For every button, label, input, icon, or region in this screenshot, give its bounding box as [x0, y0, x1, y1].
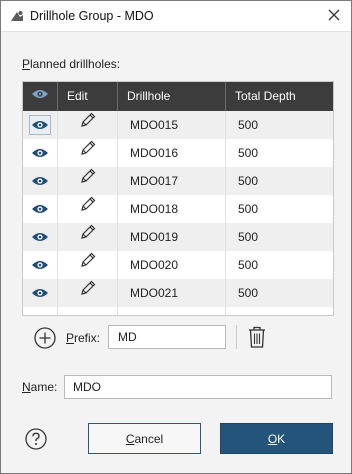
table-row[interactable]: MDO021 500 [23, 279, 333, 307]
total-depth-cell[interactable]: 500 [226, 251, 333, 279]
pencil-icon[interactable] [79, 167, 97, 195]
drillholes-table: Edit Drillhole Total Depth MDO015 500 MDO0… [22, 81, 334, 316]
prefix-input[interactable] [108, 325, 226, 349]
drillhole-cell: MDO016 [118, 139, 226, 167]
eye-icon [31, 82, 49, 111]
visibility-cell[interactable] [23, 167, 58, 195]
eye-icon[interactable] [29, 199, 51, 219]
add-drillhole-button[interactable] [33, 326, 57, 350]
visibility-cell[interactable] [23, 195, 58, 223]
planned-drillholes-label: Planned drillholes: [22, 57, 121, 71]
total-depth-cell[interactable]: 500 [226, 223, 333, 251]
table-row[interactable]: MDO016 500 [23, 139, 333, 167]
visibility-cell[interactable] [23, 251, 58, 279]
visibility-cell[interactable] [23, 279, 58, 307]
app-icon [9, 9, 25, 25]
edit-cell[interactable] [58, 251, 118, 279]
header-edit[interactable]: Edit [58, 82, 118, 111]
close-button[interactable] [321, 4, 347, 28]
pencil-icon[interactable] [79, 111, 97, 139]
separator [236, 325, 237, 349]
close-icon [328, 9, 340, 24]
pencil-icon[interactable] [79, 279, 97, 307]
header-total-depth[interactable]: Total Depth [226, 82, 333, 111]
pencil-icon[interactable] [79, 139, 97, 167]
edit-cell[interactable] [58, 195, 118, 223]
help-icon [24, 428, 48, 454]
empty-cell [118, 307, 226, 315]
visibility-cell[interactable] [23, 111, 58, 139]
total-depth-cell[interactable]: 500 [226, 139, 333, 167]
table-row [23, 307, 333, 315]
table-row[interactable]: MDO018 500 [23, 195, 333, 223]
drillhole-cell: MDO019 [118, 223, 226, 251]
edit-cell[interactable] [58, 279, 118, 307]
eye-icon[interactable] [29, 171, 51, 191]
plus-circle-icon [33, 327, 57, 353]
eye-icon[interactable] [29, 115, 51, 135]
table-row[interactable]: MDO020 500 [23, 251, 333, 279]
pencil-icon[interactable] [79, 195, 97, 223]
title-bar: Drillhole Group - MDO [1, 1, 351, 32]
trash-icon [247, 326, 267, 352]
eye-icon[interactable] [29, 227, 51, 247]
table-row[interactable]: MDO019 500 [23, 223, 333, 251]
edit-cell[interactable] [58, 139, 118, 167]
edit-cell[interactable] [58, 223, 118, 251]
help-button[interactable] [24, 427, 48, 451]
eye-icon[interactable] [29, 143, 51, 163]
delete-button[interactable] [247, 325, 267, 349]
window-title: Drillhole Group - MDO [30, 9, 154, 23]
empty-cell [23, 307, 58, 315]
empty-cell [58, 307, 118, 315]
total-depth-cell[interactable]: 500 [226, 195, 333, 223]
drillhole-cell: MDO015 [118, 111, 226, 139]
total-depth-cell[interactable]: 500 [226, 167, 333, 195]
edit-cell[interactable] [58, 167, 118, 195]
name-input[interactable] [64, 375, 332, 399]
drillhole-cell: MDO017 [118, 167, 226, 195]
name-label: Name: [22, 380, 58, 394]
dialog-window: Drillhole Group - MDO Planned drillholes… [0, 0, 352, 474]
visibility-cell[interactable] [23, 223, 58, 251]
pencil-icon[interactable] [79, 223, 97, 251]
drillhole-cell: MDO018 [118, 195, 226, 223]
total-depth-cell[interactable]: 500 [226, 279, 333, 307]
prefix-label: Prefix: [66, 331, 101, 345]
pencil-icon[interactable] [79, 251, 97, 279]
header-visibility[interactable] [23, 82, 58, 111]
eye-icon[interactable] [29, 255, 51, 275]
drillhole-cell: MDO020 [118, 251, 226, 279]
empty-cell [226, 307, 333, 315]
ok-button[interactable]: OK [220, 423, 333, 454]
header-drillhole[interactable]: Drillhole [118, 82, 226, 111]
drillhole-cell: MDO021 [118, 279, 226, 307]
table-row[interactable]: MDO017 500 [23, 167, 333, 195]
table-row[interactable]: MDO015 500 [23, 111, 333, 139]
cancel-button[interactable]: Cancel [88, 423, 201, 454]
edit-cell[interactable] [58, 111, 118, 139]
eye-icon[interactable] [29, 283, 51, 303]
table-header: Edit Drillhole Total Depth [23, 82, 333, 111]
total-depth-cell[interactable]: 500 [226, 111, 333, 139]
visibility-cell[interactable] [23, 139, 58, 167]
